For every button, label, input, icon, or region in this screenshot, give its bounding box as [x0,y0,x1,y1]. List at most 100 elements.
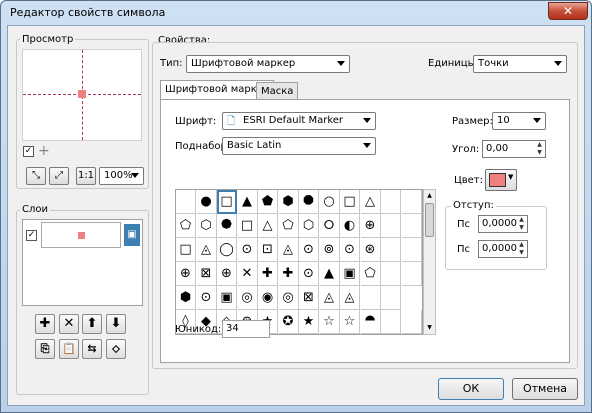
glyph-cell[interactable]: ◬ [278,238,299,262]
glyph-cell[interactable]: ☆ [340,310,360,334]
unicode-field[interactable]: 34 [222,320,270,338]
glyph-cell[interactable]: ⊛ [360,238,381,262]
glyph-cell[interactable] [381,214,401,238]
move-layer-down-button[interactable]: ⬇ [106,314,126,334]
glyph-cell[interactable]: △ [360,190,381,214]
layer-row[interactable]: ✓ ▣ [23,220,142,252]
glyph-cell[interactable]: ⬢ [176,286,196,310]
glyph-cell[interactable]: ⊕ [360,214,381,238]
zoom-combo[interactable]: 100% [99,167,144,185]
glyph-cell[interactable]: ⊕ [176,262,196,286]
glyph-cell[interactable]: ◐ [340,214,360,238]
glyph-cell[interactable] [381,262,401,286]
glyph-cell[interactable]: ⬟ [258,190,278,214]
type-combo[interactable]: Шрифтовой маркер [186,55,350,73]
color-picker-button[interactable]: ▼ [485,169,517,191]
glyph-cell[interactable]: ✪ [278,310,299,334]
glyph-cell[interactable] [381,238,401,262]
glyph-cell[interactable]: ⊙ [237,238,258,262]
zoom-fit-icon[interactable]: ⤢ [49,167,69,185]
glyph-cell[interactable]: ◎ [278,286,299,310]
glyph-cell[interactable]: ⯊ [360,310,381,334]
glyph-cell[interactable]: □ [340,190,360,214]
remove-layer-button[interactable]: ✕ [59,314,79,334]
glyph-cell[interactable]: ⭘ [319,214,340,238]
scroll-down-icon[interactable]: ▼ [424,322,435,334]
scroll-thumb[interactable] [425,203,434,237]
glyph-cell[interactable]: ◯ [217,238,237,262]
add-layer-button[interactable]: ✚ [35,314,55,334]
glyph-cell[interactable]: ⬡ [196,214,217,238]
glyph-cell[interactable]: ⯄ [217,214,237,238]
glyph-cell[interactable]: □ [237,214,258,238]
glyph-cell[interactable]: ⬠ [360,262,381,286]
move-layer-up-button[interactable]: ⬆ [82,314,102,334]
actual-size-icon[interactable]: 1:1 [76,167,96,185]
glyph-cell[interactable]: ⊡ [258,238,278,262]
glyph-cell[interactable]: ◎ [237,286,258,310]
glyph-cell[interactable] [401,190,422,214]
glyph-cell[interactable] [401,310,422,334]
size-combo[interactable]: 10 [492,112,546,130]
glyph-cell[interactable]: ▣ [340,262,360,286]
spin-up-icon[interactable]: ▲ [516,216,527,224]
ok-button[interactable]: ОК [438,378,504,400]
glyph-cell[interactable]: ✕ [237,262,258,286]
glyph-cell[interactable]: ⊙ [196,286,217,310]
cancel-button[interactable]: Отмена [512,378,578,400]
glyph-cell[interactable]: △ [258,214,278,238]
glyph-cell[interactable]: ○ [319,190,340,214]
spin-down-icon[interactable]: ▼ [516,249,527,257]
glyph-cell[interactable]: ◉ [258,286,278,310]
glyph-cell[interactable]: ◬ [196,238,217,262]
glyph-cell[interactable]: ★ [299,310,319,334]
glyph-cell[interactable] [360,286,381,310]
spin-up-icon[interactable]: ▲ [516,241,527,249]
offset-y-spinner[interactable]: 0,0000 ▲ ▼ [478,240,528,258]
glyph-cell[interactable]: ▣ [217,286,237,310]
glyph-cell[interactable]: □ [217,190,237,214]
copy-layer-button[interactable]: ⎘ [35,339,55,359]
glyph-cell[interactable]: ▲ [237,190,258,214]
glyph-cell[interactable] [381,310,401,334]
glyph-cell[interactable]: ⬢ [278,190,299,214]
layer-visible-checkbox[interactable]: ✓ [26,230,37,241]
glyph-cell[interactable]: ⊠ [299,286,319,310]
close-button[interactable]: ✕ [548,2,588,20]
scroll-up-icon[interactable]: ▲ [424,190,435,202]
glyph-cell[interactable]: □ [176,238,196,262]
glyph-cell[interactable] [401,238,422,262]
glyph-cell[interactable]: ⊚ [319,238,340,262]
glyph-cell[interactable]: ⊙ [299,262,319,286]
glyph-cell[interactable]: ✚ [278,262,299,286]
glyph-cell[interactable]: ▲ [319,262,340,286]
spin-down-icon[interactable]: ▼ [516,224,527,232]
subset-combo[interactable]: Basic Latin [222,137,376,155]
preview-grid-checkbox[interactable]: ✓ [23,146,34,157]
paste-layer-button[interactable]: 📋 [59,339,79,359]
replace-layer-button[interactable]: ⇆ [82,339,102,359]
layer-edit-icon[interactable]: ▣ [124,224,140,246]
tab-mask[interactable]: Маска [256,82,299,100]
glyph-cell[interactable]: ⊙ [340,238,360,262]
glyph-cell[interactable]: ⯃ [299,190,319,214]
glyph-cell[interactable] [381,190,401,214]
glyph-cell[interactable] [381,286,401,310]
glyph-cell[interactable]: ⊠ [196,262,217,286]
glyph-cell[interactable]: ⬠ [278,214,299,238]
glyph-cell[interactable]: ⊙ [299,238,319,262]
glyph-cell[interactable]: ✚ [258,262,278,286]
glyph-scrollbar[interactable]: ▲ ▼ [423,189,436,335]
spin-up-icon[interactable]: ▲ [534,141,545,149]
zoom-in-icon[interactable]: ⤡ [26,167,46,185]
glyph-cell[interactable]: ⊕ [217,262,237,286]
glyph-cell[interactable]: ⬡ [299,214,319,238]
glyph-cell[interactable] [176,190,196,214]
font-combo[interactable]: 🗋 ESRI Default Marker [222,112,376,130]
glyph-cell[interactable]: ⬠ [176,214,196,238]
glyph-cell[interactable] [401,214,422,238]
lock-layer-button[interactable]: ⬦ [106,339,126,359]
glyph-cell[interactable]: ◬ [319,286,340,310]
glyph-cell[interactable] [401,262,422,286]
angle-spinner[interactable]: 0,00 ▲ ▼ [482,140,546,158]
